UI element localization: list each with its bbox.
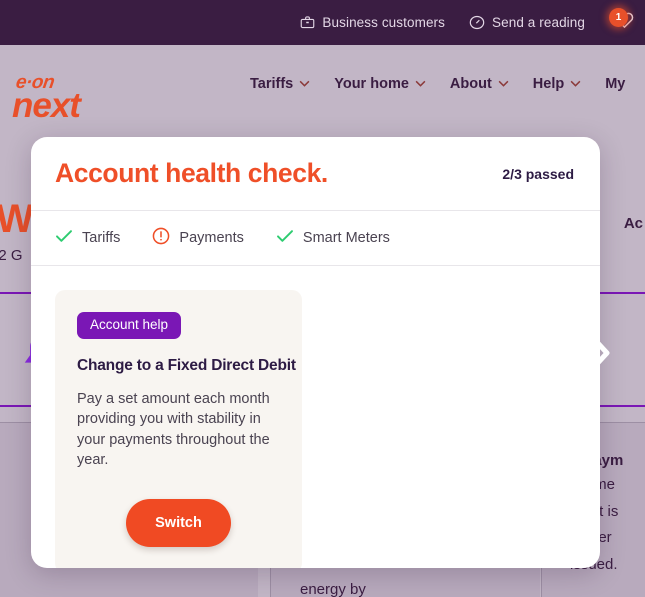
- utility-link-label: Send a reading: [492, 15, 585, 30]
- account-help-card: Account help Change to a Fixed Direct De…: [55, 290, 302, 568]
- help-card-actions: Switch: [77, 498, 280, 547]
- page-subtitle: 92 G: [0, 247, 23, 264]
- eon-next-logo[interactable]: e·on next: [12, 72, 108, 125]
- modal-header: Account health check. 2/3 passed: [31, 137, 600, 211]
- nav-item-help[interactable]: Help: [533, 76, 581, 92]
- alert-circle-icon: [152, 227, 170, 249]
- nav-item-my-account[interactable]: My: [605, 76, 625, 92]
- nav-item-label: Tariffs: [250, 75, 294, 92]
- nav-item-label: My: [605, 75, 626, 92]
- status-item-label: Tariffs: [82, 230, 121, 246]
- nav-item-about[interactable]: About: [450, 76, 509, 92]
- status-badge: Account help: [77, 312, 182, 339]
- chevron-down-icon: [570, 80, 581, 87]
- status-item-label: Smart Meters: [302, 230, 390, 246]
- meter-gauge-icon: [469, 15, 485, 30]
- main-navigation: e·on next Tariffs Your home About Help M…: [0, 45, 645, 125]
- utility-link-label: Business customers: [322, 15, 446, 30]
- briefcase-icon: [300, 15, 315, 30]
- check-icon: [55, 229, 73, 247]
- status-row: Tariffs Payments Smart Meters: [31, 211, 600, 266]
- modal-title: Account health check.: [55, 158, 328, 188]
- chevron-down-icon: [415, 80, 426, 87]
- account-health-check-modal: Account health check. 2/3 passed Tariffs…: [31, 137, 600, 568]
- nav-item-tariffs[interactable]: Tariffs: [250, 76, 310, 92]
- help-card-title: Change to a Fixed Direct Debit: [77, 356, 296, 374]
- status-item-payments[interactable]: Payments: [152, 227, 244, 249]
- switch-button[interactable]: Switch: [126, 498, 231, 547]
- nav-item-your-home[interactable]: Your home: [334, 76, 426, 92]
- check-icon: [276, 229, 294, 247]
- logo-eon-text: e·on: [14, 72, 56, 93]
- utility-link-business-customers[interactable]: Business customers: [300, 15, 445, 30]
- nav-item-label: Help: [532, 75, 565, 92]
- status-item-tariffs[interactable]: Tariffs: [55, 229, 120, 247]
- status-item-smart-meters[interactable]: Smart Meters: [276, 229, 390, 247]
- utility-link-send-a-reading[interactable]: Send a reading: [469, 15, 585, 30]
- chevron-down-icon: [299, 80, 310, 87]
- nav-item-label: About: [449, 75, 492, 92]
- favourites-button[interactable]: 1: [609, 7, 639, 38]
- nav-item-label: Your home: [334, 75, 409, 92]
- utility-bar: Business customers Send a reading 1: [0, 0, 645, 45]
- favourites-badge: 1: [609, 7, 628, 27]
- chevron-down-icon: [498, 80, 509, 87]
- modal-body: Account help Change to a Fixed Direct De…: [31, 266, 600, 568]
- status-item-label: Payments: [179, 230, 244, 246]
- help-card-body: Pay a set amount each month providing yo…: [77, 390, 270, 469]
- nav-items: Tariffs Your home About Help My: [250, 45, 625, 122]
- logo-next-text: next: [12, 86, 81, 125]
- chevron-right-icon[interactable]: [591, 336, 613, 370]
- background-card-middle-text: energy by: [300, 581, 366, 597]
- background-right-label: Ac: [623, 215, 643, 232]
- passed-count-badge: 2/3 passed: [502, 165, 574, 182]
